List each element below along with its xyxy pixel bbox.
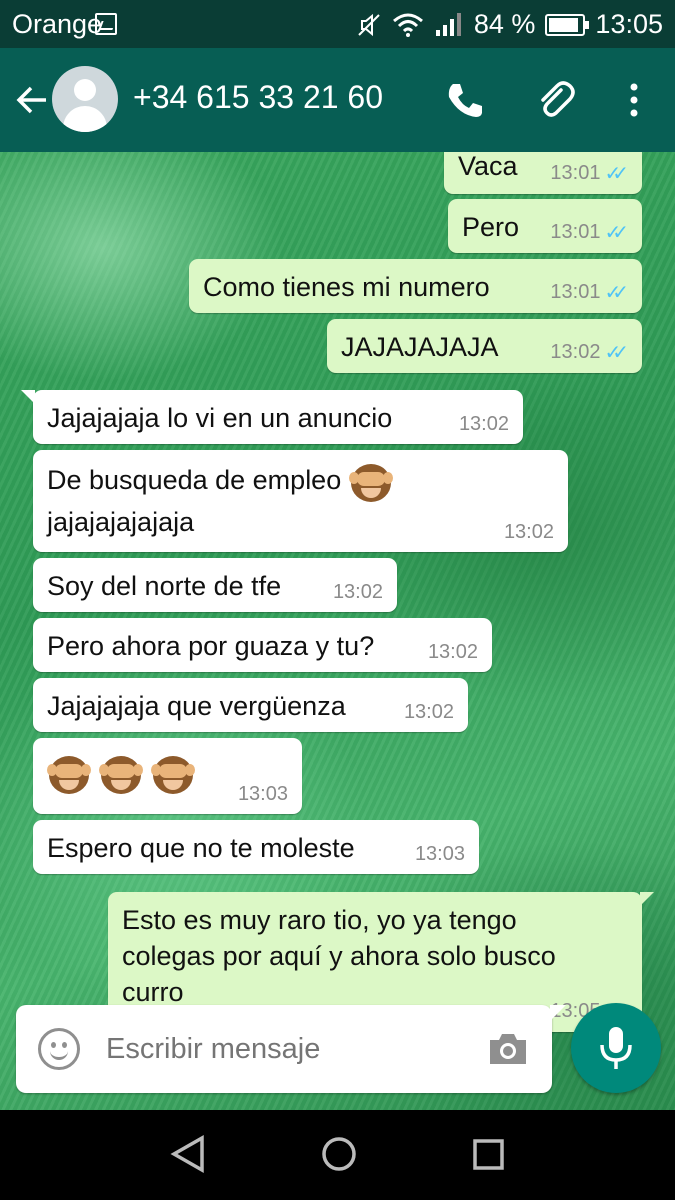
message-text: Pero ahora por guaza y tu? [47,631,375,661]
message-time: 13:01 [550,162,601,184]
message-list[interactable]: Vaca 13:01 ✓✓ Pero 13:01 ✓✓ Como tienes mi… [0,152,675,1110]
mic-icon [600,1027,632,1069]
message-outgoing[interactable]: Vaca 13:01 ✓✓ [444,152,642,194]
message-time: 13:01 [550,221,601,243]
message-incoming[interactable]: 13:03 [33,738,302,814]
signal-icon [435,12,461,36]
message-time: 13:02 [550,341,601,363]
recents-square-icon[interactable] [470,1134,506,1174]
mic-button[interactable] [571,1003,661,1093]
read-ticks-icon: ✓✓ [604,282,628,304]
wifi-icon [392,13,423,37]
message-meta: 13:02 ✓✓ [550,340,628,365]
see-no-evil-monkey-icon [47,752,91,796]
attach-icon[interactable] [533,78,577,122]
message-text-line: jajajajajajaja [47,507,195,537]
message-time: 13:03 [414,843,465,865]
message-outgoing[interactable]: Pero 13:01 ✓✓ [448,199,642,253]
message-text-line: De busqueda de empleo [47,460,554,504]
back-arrow-icon[interactable] [14,82,50,118]
message-time: 13:02 [427,641,478,663]
emoji-icon[interactable] [38,1028,80,1070]
message-input[interactable] [106,1029,466,1069]
message-text: Jajajajaja que vergüenza [47,691,346,721]
message-outgoing[interactable]: JAJAJAJAJA 13:02 ✓✓ [327,319,642,373]
more-icon[interactable] [612,78,656,122]
battery-level [549,17,578,32]
message-incoming[interactable]: Pero ahora por guaza y tu? 13:02 [33,618,492,672]
conversation-header: +34 615 33 21 60 [0,48,675,152]
message-meta: 13:01 ✓✓ [550,220,628,245]
message-time: 13:02 [332,581,383,603]
phone-icon[interactable] [443,78,487,122]
message-incoming[interactable]: Soy del norte de tfe 13:02 [33,558,397,612]
read-ticks-icon: ✓✓ [604,163,628,185]
mute-icon [358,13,380,36]
message-meta: 13:01 ✓✓ [550,161,628,186]
message-incoming[interactable]: De busqueda de empleo jajajajajajaja 13:… [33,450,568,552]
message-incoming[interactable]: Jajajajaja lo vi en un anuncio 13:02 [21,390,523,444]
home-circle-icon[interactable] [319,1134,359,1174]
battery-percent: 84 % [473,9,536,39]
see-no-evil-monkey-icon [151,752,195,796]
message-incoming[interactable]: Espero que no te moleste 13:03 [33,820,479,874]
message-text: Espero que no te moleste [47,833,355,863]
read-ticks-icon: ✓✓ [604,342,628,364]
battery-icon [545,13,590,36]
message-time: 13:01 [550,281,601,303]
message-text-line: Esto es muy raro tio, yo ya tengo [122,905,517,935]
camera-icon[interactable] [486,1031,530,1067]
message-text: Jajajajaja lo vi en un anuncio [47,403,393,433]
clock: 13:05 [595,9,663,39]
message-incoming[interactable]: Jajajajaja que vergüenza 13:02 [33,678,468,732]
status-right: 84 % 13:05 [356,9,663,40]
status-bar: Orange 84 % 13:05 [0,0,675,48]
message-outgoing[interactable]: Como tienes mi numero 13:01 ✓✓ [189,259,642,313]
message-time: 13:03 [237,783,288,805]
message-composer [16,1005,566,1093]
message-time: 13:02 [403,701,454,723]
system-nav-bar [0,1110,675,1200]
image-icon [95,13,117,35]
carrier-label: Orange [12,9,103,39]
message-text-line: colegas por aquí y ahora solo busco [122,941,556,971]
see-no-evil-monkey-icon [348,460,393,504]
see-no-evil-monkey-icon [99,752,143,796]
read-ticks-icon: ✓✓ [604,222,628,244]
message-time: 13:02 [458,413,509,435]
message-meta: 13:01 ✓✓ [550,280,628,305]
contact-name[interactable]: +34 615 33 21 60 [133,79,383,116]
avatar[interactable] [52,66,118,132]
message-time: 13:02 [503,521,554,543]
back-triangle-icon[interactable] [170,1134,206,1174]
